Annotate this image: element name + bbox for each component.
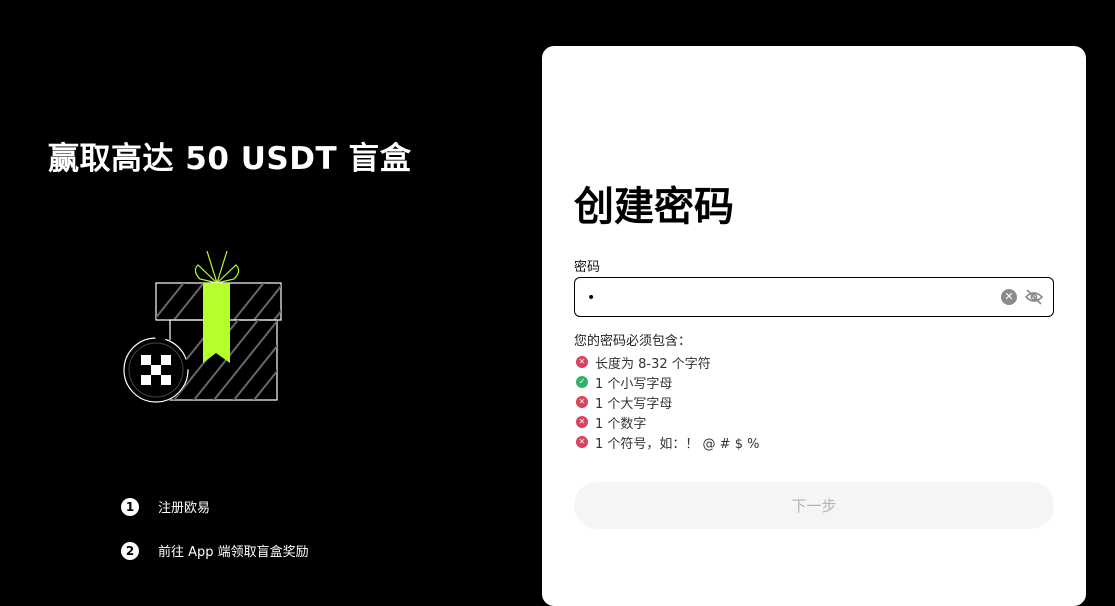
cross-icon: ✕ [576, 436, 588, 448]
cross-icon: ✕ [576, 356, 588, 368]
requirement-text: 1 个大写字母 [595, 396, 673, 412]
step-text: 注册欧易 [158, 501, 211, 516]
requirement-item: ✕ 长度为 8-32 个字符 [576, 352, 759, 372]
cross-icon: ✕ [576, 396, 588, 408]
step-number: 2 [121, 541, 139, 560]
requirement-text: 1 个符号，如：！ @ # $ % [595, 436, 760, 452]
requirement-text: 1 个小写字母 [595, 376, 673, 392]
step-text: 前往 App 端领取盲盒奖励 [158, 545, 309, 560]
requirement-item: ✕ 1 个数字 [576, 412, 759, 432]
requirement-text: 长度为 8-32 个字符 [595, 356, 711, 372]
step-number: 1 [121, 497, 139, 516]
password-label: 密码 [574, 260, 601, 275]
create-password-card: 创建密码 密码 ✕ 您的密码必须包含： ✕ 长度为 8-32 个字符 ✓ 1 个… [542, 46, 1086, 606]
password-input[interactable] [585, 285, 989, 311]
check-icon: ✓ [576, 376, 588, 388]
requirement-item: ✓ 1 个小写字母 [576, 372, 759, 392]
requirement-text: 1 个数字 [595, 416, 647, 432]
requirements-list: ✕ 长度为 8-32 个字符 ✓ 1 个小写字母 ✕ 1 个大写字母 ✕ 1 个… [576, 352, 759, 452]
password-field[interactable]: ✕ [574, 277, 1054, 317]
cross-icon: ✕ [576, 416, 588, 428]
promo-step-2: 2 前往 App 端领取盲盒奖励 [121, 541, 309, 560]
requirement-item: ✕ 1 个大写字母 [576, 392, 759, 412]
promo-panel: 赢取高达 50 USDT 盲盒 1 注册欧易 2 前往 App 端领取盲盒奖励 [0, 0, 540, 593]
gift-box-illustration [123, 250, 282, 403]
promo-step-1: 1 注册欧易 [121, 497, 210, 516]
requirements-title: 您的密码必须包含： [574, 334, 692, 349]
page-title: 创建密码 [574, 184, 734, 230]
requirement-item: ✕ 1 个符号，如：！ @ # $ % [576, 432, 759, 452]
next-button[interactable]: 下一步 [574, 482, 1054, 529]
promo-title: 赢取高达 50 USDT 盲盒 [48, 141, 412, 177]
eye-off-icon[interactable] [1024, 288, 1044, 306]
clear-icon[interactable]: ✕ [1001, 289, 1017, 305]
